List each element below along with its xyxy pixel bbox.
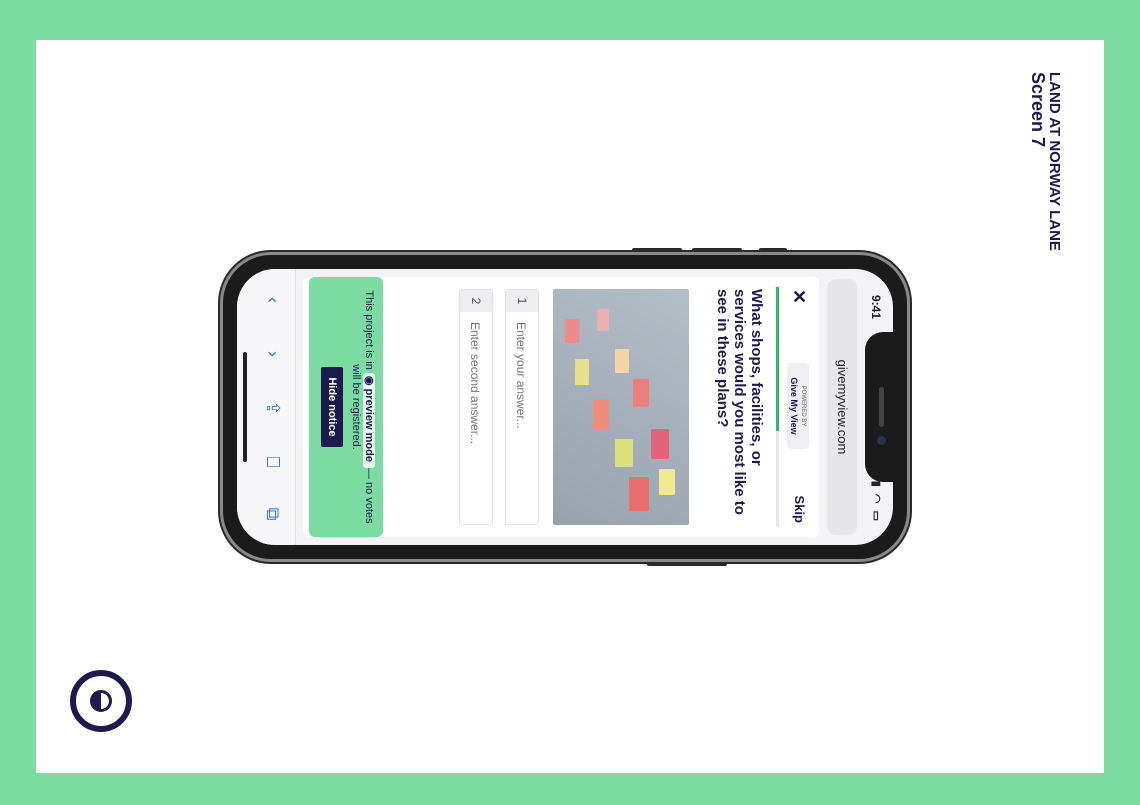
forward-icon[interactable]: › [262,339,283,369]
answer-number: 2 [460,290,492,312]
back-icon[interactable]: ‹ [262,285,283,315]
answer-input-1[interactable] [504,320,538,524]
camera-icon [877,436,886,445]
note-shape [629,477,649,511]
skip-button[interactable]: Skip [792,496,807,523]
phone-screen: 9:41 ▮▮ ◠ ▭ givemyview.com ✕ POWERED BY … [237,269,893,545]
eye-icon: ◉ [363,375,375,386]
note-shape [597,309,609,331]
logo-mark [90,690,112,712]
progress-bar [776,287,779,527]
brand-name: Give My View [789,377,799,435]
note-shape [651,429,669,459]
phone-frame: 9:41 ▮▮ ◠ ▭ givemyview.com ✕ POWERED BY … [223,248,907,566]
bookmarks-icon[interactable]: ⎕ [262,447,283,477]
notice-text: This project is in ◉ preview mode — no v… [349,277,383,537]
hide-notice-button[interactable]: Hide notice [321,367,343,447]
page-title: LAND AT NORWAY LANE Screen 7 [1028,72,1063,251]
note-shape [659,469,675,495]
note-shape [565,319,579,343]
sticky-notes-photo [553,289,689,525]
note-shape [615,349,629,373]
half-circle-logo-icon [70,670,132,732]
note-shape [633,379,649,407]
battery-icon: ▭ [870,510,882,523]
note-shape [615,439,633,467]
notice-text-before: This project is in [363,290,375,370]
answer-input-2[interactable] [458,320,492,524]
phone-notch [865,332,893,482]
project-title: LAND AT NORWAY LANE [1046,72,1063,251]
preview-notice: This project is in ◉ preview mode — no v… [309,277,383,537]
answer-number: 1 [506,290,538,312]
share-icon[interactable]: ⇪ [262,393,283,423]
note-shape [575,359,589,385]
power-button [647,562,727,566]
survey-top-bar: ✕ POWERED BY Give My View Skip [779,277,819,537]
wifi-icon: ◠ [870,493,882,506]
volume-up-button [692,248,742,252]
powered-by-text: POWERED BY [800,385,806,427]
preview-mode-pill: ◉ preview mode [363,372,375,468]
url-bar[interactable]: givemyview.com [827,279,857,535]
progress-fill [776,287,779,431]
browser-toolbar: ‹ › ⇪ ⎕ ⧉ [237,269,296,545]
close-button[interactable]: ✕ [788,289,809,304]
mute-switch [759,248,787,252]
powered-by-badge: POWERED BY Give My View [787,363,809,449]
answer-1[interactable]: 1 [504,289,539,525]
speaker-grille [879,387,884,427]
question-text: What shops, facilities, or services woul… [714,289,765,515]
preview-mode-label: preview mode [363,388,375,462]
status-time: 9:41 [869,295,883,320]
volume-down-button [632,248,682,252]
tabs-icon[interactable]: ⧉ [262,499,283,529]
answer-2[interactable]: 2 [458,289,493,525]
screen-number: Screen 7 [1028,72,1048,148]
home-indicator [243,352,247,462]
note-shape [593,399,609,429]
